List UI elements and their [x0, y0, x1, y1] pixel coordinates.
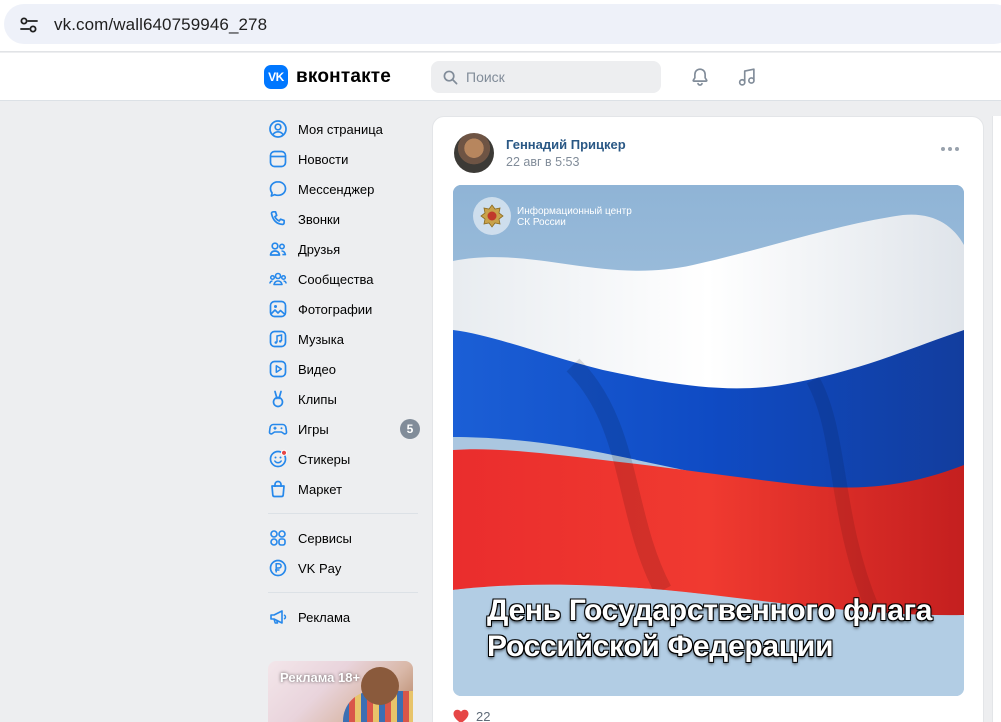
author-name[interactable]: Геннадий Прицкер: [506, 137, 626, 152]
url-text[interactable]: vk.com/wall640759946_278: [54, 15, 267, 35]
menu-label: Моя страница: [298, 121, 383, 137]
search-icon: [443, 70, 458, 84]
image-caption-line2: Российской Федерации: [487, 630, 834, 663]
menu-label: Сообщества: [298, 271, 374, 287]
left-menu: Моя страница Новости Мессенджер Звонки Д…: [262, 114, 422, 632]
search-input[interactable]: [466, 69, 646, 85]
like-button[interactable]: 22: [453, 706, 490, 722]
menu-item-clips[interactable]: Клипы: [262, 384, 422, 414]
video-icon: [269, 360, 287, 378]
games-notification-badge: 5: [400, 419, 420, 439]
menu-item-calls[interactable]: Звонки: [262, 204, 422, 234]
market-icon: [271, 480, 285, 498]
menu-item-news[interactable]: Новости: [262, 144, 422, 174]
menu-label: Музыка: [298, 331, 344, 347]
more-options-icon[interactable]: [941, 147, 959, 151]
megaphone-icon: [270, 610, 287, 624]
menu-label: Фотографии: [298, 301, 373, 317]
site-settings-icon[interactable]: [20, 17, 38, 33]
menu-divider: [268, 592, 418, 593]
menu-item-video[interactable]: Видео: [262, 354, 422, 384]
ad-label: Реклама 18+: [280, 670, 361, 685]
menu-item-communities[interactable]: Сообщества: [262, 264, 422, 294]
menu-label: Видео: [298, 361, 336, 377]
menu-item-games[interactable]: Игры 5: [262, 414, 422, 444]
search-box[interactable]: [431, 61, 661, 93]
menu-item-services[interactable]: Сервисы: [262, 523, 422, 553]
info-center-line2: СК России: [517, 217, 566, 228]
menu-label: VK Pay: [298, 560, 342, 576]
menu-item-ads[interactable]: Реклама: [262, 602, 422, 632]
menu-item-market[interactable]: Маркет: [262, 474, 422, 504]
post-image[interactable]: Информационный центр СК России День Госу…: [453, 185, 964, 696]
clips-icon: [272, 390, 284, 408]
address-bar[interactable]: vk.com/wall640759946_278: [4, 4, 1001, 44]
menu-label: Звонки: [298, 211, 340, 227]
vk-header: VK вконтакте: [0, 53, 1001, 101]
menu-label: Игры: [298, 421, 329, 437]
menu-divider: [268, 513, 418, 514]
browser-toolbar: vk.com/wall640759946_278: [0, 0, 1001, 52]
menu-item-friends[interactable]: Друзья: [262, 234, 422, 264]
menu-item-vk-pay[interactable]: VK Pay: [262, 553, 422, 583]
menu-label: Сервисы: [298, 530, 352, 546]
menu-item-stickers[interactable]: Стикеры: [262, 444, 422, 474]
ad-banner[interactable]: Реклама 18+: [268, 661, 413, 722]
likes-count: 22: [476, 708, 491, 722]
messenger-icon: [269, 180, 287, 197]
photos-icon: [269, 300, 287, 318]
communities-icon: [269, 272, 287, 286]
menu-label: Новости: [298, 151, 349, 167]
heart-icon: [453, 709, 469, 722]
friends-icon: [269, 242, 287, 256]
vk-logo[interactable]: VK вконтакте: [264, 65, 391, 89]
menu-label: Клипы: [298, 391, 337, 407]
music-note-icon[interactable]: [736, 66, 758, 88]
menu-item-music[interactable]: Музыка: [262, 324, 422, 354]
wall-post: Геннадий Прицкер 22 авг в 5:53 Информаци…: [432, 116, 984, 722]
next-card-edge: [992, 116, 1001, 722]
vk-logo-mark: VK: [264, 65, 288, 89]
menu-label: Реклама: [298, 609, 351, 625]
info-center-line1: Информационный центр: [517, 206, 632, 217]
services-icon: [270, 530, 286, 546]
menu-label: Маркет: [298, 481, 343, 497]
vkpay-icon: [269, 559, 287, 577]
vk-logo-text: вконтакте: [296, 66, 392, 87]
games-icon: [268, 423, 288, 435]
post-date[interactable]: 22 авг в 5:53: [506, 155, 579, 169]
stickers-icon: [269, 449, 288, 468]
phone-icon: [270, 210, 285, 226]
image-caption-line1: День Государственного флага: [487, 594, 933, 627]
music-icon: [269, 330, 287, 348]
menu-label: Мессенджер: [298, 181, 375, 197]
menu-label: Друзья: [298, 241, 341, 257]
profile-icon: [269, 120, 287, 138]
menu-item-messenger[interactable]: Мессенджер: [262, 174, 422, 204]
menu-label: Стикеры: [298, 451, 351, 467]
sk-emblem-icon: [473, 197, 511, 235]
ad-image-figure-head: [361, 667, 399, 705]
news-icon: [269, 150, 287, 168]
bell-icon[interactable]: [689, 66, 711, 88]
menu-item-my-page[interactable]: Моя страница: [262, 114, 422, 144]
menu-item-photos[interactable]: Фотографии: [262, 294, 422, 324]
author-avatar[interactable]: [454, 133, 494, 173]
info-center-label: Информационный центр СК России: [517, 206, 632, 228]
image-caption: День Государственного флага Российской Ф…: [487, 593, 933, 665]
